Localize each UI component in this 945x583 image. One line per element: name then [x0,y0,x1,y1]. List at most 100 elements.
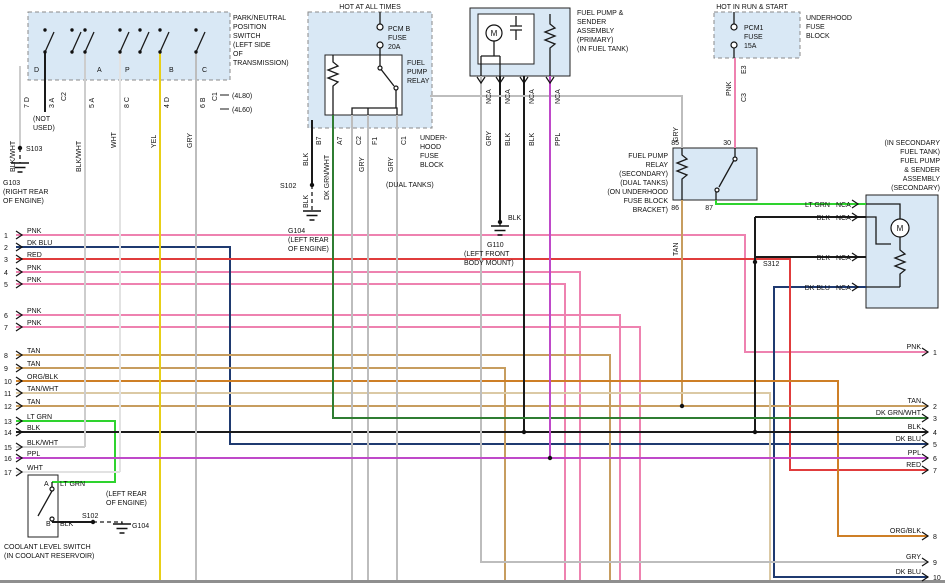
right-row-wire-label-10: DK BLU [896,569,921,576]
junction-dot-14 [158,28,161,31]
rot-nca-2: NCA [505,89,512,104]
right-row-number-4: 4 [933,430,937,437]
left-row-wire-label-6: PNK [27,308,42,315]
rot-pin-6b: 6 B [200,97,207,108]
rot-gry-relay85: GRY [673,127,680,142]
coolant-term-b: B [46,521,51,528]
rot-yel: YEL [151,135,158,148]
rot-pin-b7: B7 [316,136,323,145]
right-row-number-10: 10 [933,575,941,582]
relay2-contact-b [715,188,719,192]
rot-nca-1: NCA [486,89,493,104]
diagram-canvas: 1PNK2DK BLU3RED4PNK5PNK6PNK7PNK8TAN9TAN1… [0,0,945,583]
blk-g110-label: BLK [508,215,522,222]
left-row-wire-label-13: LT GRN [27,414,52,421]
secondary-relay-label: FUEL PUMPRELAY(SECONDARY)(DUAL TANKS)(ON… [607,153,668,214]
rot-pin-4d: 4 D [164,97,171,108]
s102b-label: S102 [82,513,98,520]
rot-pin-7d: 7 D [24,97,31,108]
not-used-label: (NOTUSED) [33,116,55,132]
rot-tan-relay86: TAN [673,243,680,256]
secpump-wire-blk-1: BLK [817,215,831,222]
s312-label: S312 [763,261,779,268]
g104-coolant-loc: (LEFT REAROF ENGINE) [106,491,147,507]
left-row-number-17: 17 [4,470,12,477]
relay1-contact-b [394,86,398,90]
junction-dot-17 [70,50,73,53]
relay2-pin-87: 87 [705,205,713,212]
right-row-number-5: 5 [933,442,937,449]
junction-dot-20 [138,50,141,53]
right-row-wire-label-4: BLK [908,424,922,431]
trans-4l60: (4L60) [232,107,252,114]
right-row-number-2: 2 [933,404,937,411]
secondary-motor-m: M [897,224,904,233]
primary-pump-label: FUEL PUMP &SENDERASSEMBLY(PRIMARY)(IN FU… [577,10,628,53]
relay2-contact-a [733,157,737,161]
g104-engine-label: G104(LEFT REAROF ENGINE) [288,228,329,253]
pnp-term-b: B [169,67,174,74]
rot-ppl-pump: PPL [555,133,562,146]
secpump-nca-3: NCA [836,255,851,262]
g103-label: G103(RIGHT REAROF ENGINE) [3,180,48,205]
g104-coolant-label: G104 [132,523,149,530]
junction-dot-7 [753,430,757,434]
secpump-wire-dkblu: DK BLU [805,285,830,292]
rot-nca-4: NCA [555,89,562,104]
left-row-number-10: 10 [4,379,12,386]
pnp-term-d: D [34,67,39,74]
rot-wht: WHT [111,131,118,148]
left-row-number-2: 2 [4,245,8,252]
rot-dkgrnwht: DK GRN/WHT [324,154,331,200]
rot-pnk-fuse: PNK [726,81,733,96]
junction-dot-8 [548,456,552,460]
right-row-wire-label-8: ORG/BLK [890,528,921,535]
secpump-nca-1: NCA [836,202,851,209]
secpump-wire-blk-2: BLK [817,255,831,262]
right-row-number-6: 6 [933,456,937,463]
rot-pin-f1: F1 [372,137,379,145]
rot-conn-c1: C1 [212,92,219,101]
right-row-number-9: 9 [933,560,937,567]
left-row-number-7: 7 [4,325,8,332]
left-row-wire-label-7: PNK [27,320,42,327]
rot-pin-e3: E3 [741,65,748,74]
rot-conn-c2b: C2 [356,136,363,145]
left-row-number-14: 14 [4,430,12,437]
junction-dot-9 [43,28,46,31]
secondary-pump-label: (IN SECONDARYFUEL TANK)FUEL PUMP& SENDER… [885,140,941,192]
ground-symbol-2 [491,226,509,235]
junction-dot-11 [83,28,86,31]
pnk-row4 [16,272,580,580]
right-row-wire-label-9: GRY [906,554,921,561]
ground-symbol-1 [303,211,321,220]
left-row-wire-label-8: TAN [27,348,40,355]
red-row3-to-right7 [16,259,928,470]
junction-dot-3 [753,260,757,264]
rot-blk-s102: BLK [303,194,310,208]
s102-label: S102 [280,183,296,190]
left-row-wire-label-15: BLK/WHT [27,440,59,447]
junction-dot-15 [194,28,197,31]
rot-gry-c1: GRY [388,157,395,172]
ground-symbol-3 [113,524,131,533]
dkgrnwht-to-right3 [333,115,928,418]
left-row-wire-label-1: PNK [27,228,42,235]
left-row-number-9: 9 [4,366,8,373]
junction-dot-10 [70,28,73,31]
left-row-wire-label-5: PNK [27,277,42,284]
relay2-pin-86: 86 [671,205,679,212]
junction-dot-1 [310,183,314,187]
right-row-number-7: 7 [933,468,937,475]
rot-blkwht-d: BLK/WHT [10,140,17,172]
left-row-wire-label-10: ORG/BLK [27,374,58,381]
left-row-number-5: 5 [4,282,8,289]
left-row-wire-label-16: PPL [27,451,40,458]
rot-pin-3a: 3 A [49,98,56,108]
junction-dot-5 [680,404,684,408]
left-row-number-4: 4 [4,270,8,277]
dkblu-row2-to-right5 [16,247,928,444]
left-row-number-11: 11 [4,391,11,398]
junction-dot-16 [43,50,46,53]
underhood-fuse-block-2-label: UNDERHOODFUSEBLOCK [806,15,852,40]
